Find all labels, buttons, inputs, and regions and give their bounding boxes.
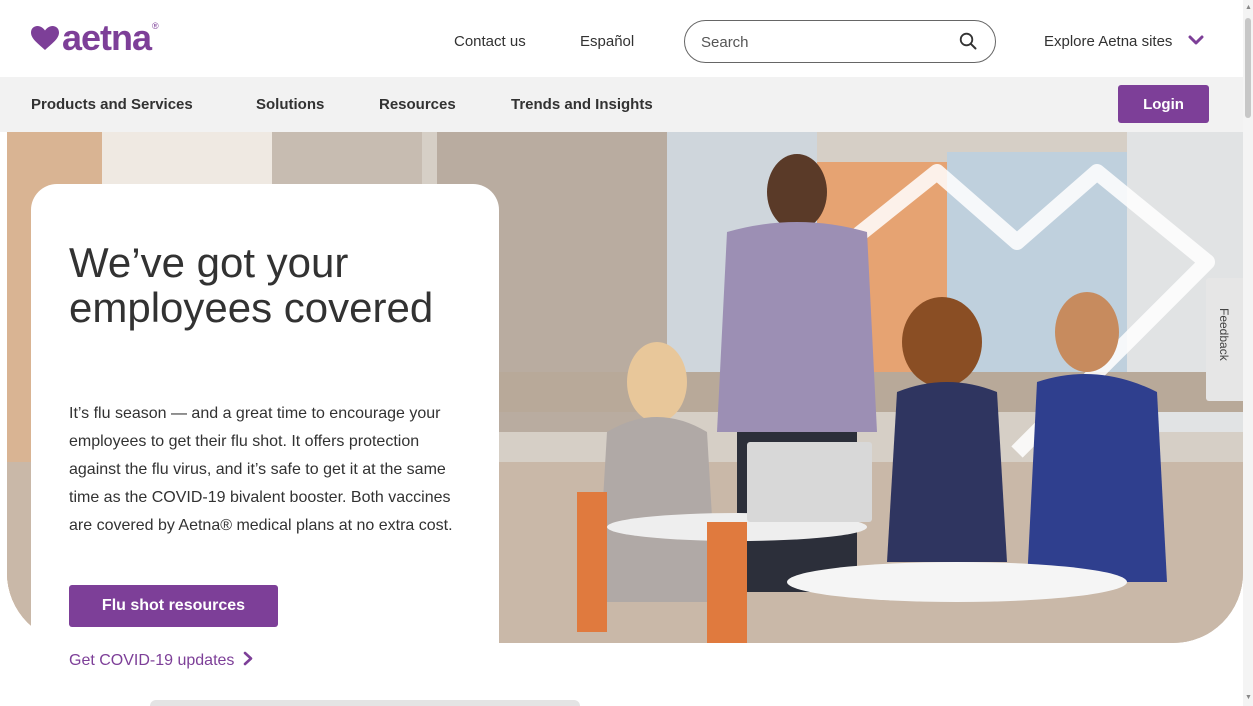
chevron-right-icon: [243, 651, 253, 671]
main-nav: Products and Services Solutions Resource…: [0, 77, 1243, 132]
feedback-label: Feedback: [1217, 308, 1231, 361]
scrollbar-thumb[interactable]: [1245, 18, 1251, 118]
espanol-link[interactable]: Español: [580, 33, 634, 50]
nav-products-and-services[interactable]: Products and Services: [31, 96, 193, 113]
scroll-up-arrow-icon[interactable]: ▲: [1245, 4, 1252, 11]
logo-wordmark: aetna: [62, 17, 152, 58]
nav-resources[interactable]: Resources: [379, 96, 456, 113]
heart-icon: [31, 26, 59, 50]
top-header: aetna ® Contact us Español Explore Aetna…: [0, 0, 1243, 77]
flu-shot-resources-button[interactable]: Flu shot resources: [69, 585, 278, 627]
search-box: [684, 20, 996, 63]
feedback-tab[interactable]: Feedback: [1206, 278, 1243, 401]
aetna-logo[interactable]: aetna ®: [30, 20, 159, 56]
search-icon[interactable]: [959, 32, 977, 55]
covid-link-label: Get COVID-19 updates: [69, 652, 235, 669]
registered-mark: ®: [152, 21, 159, 31]
search-input[interactable]: [701, 31, 941, 53]
covid-updates-link[interactable]: Get COVID-19 updates: [69, 651, 253, 671]
nav-trends-and-insights[interactable]: Trends and Insights: [511, 96, 653, 113]
explore-aetna-sites-dropdown[interactable]: Explore Aetna sites: [1044, 33, 1204, 50]
next-section-edge: [150, 700, 580, 706]
contact-us-link[interactable]: Contact us: [454, 33, 526, 50]
login-button[interactable]: Login: [1118, 85, 1209, 123]
page-scrollbar[interactable]: ▲ ▼: [1243, 0, 1253, 706]
chevron-down-icon: [1188, 33, 1204, 50]
nav-solutions[interactable]: Solutions: [256, 96, 324, 113]
explore-label: Explore Aetna sites: [1044, 33, 1173, 50]
hero-body: It’s flu season — and a great time to en…: [69, 405, 453, 534]
scroll-down-arrow-icon[interactable]: ▼: [1245, 694, 1252, 701]
hero-title: We’ve got your employees covered: [69, 239, 434, 331]
